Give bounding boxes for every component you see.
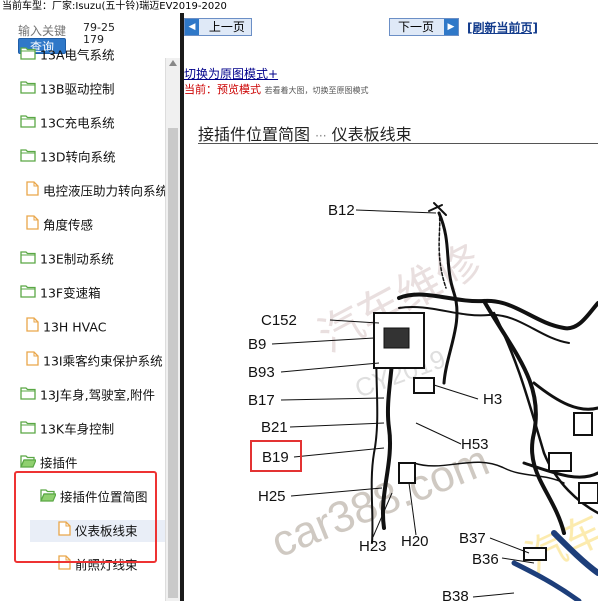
label-b12: B12: [328, 202, 355, 219]
label-b37: B37: [459, 530, 486, 547]
label-b36: B36: [472, 551, 499, 568]
tree-item-label: 13I乘客约束保护系统: [43, 353, 163, 369]
switch-original-link[interactable]: 切换为原图模式+: [184, 65, 278, 82]
label-b9: B9: [248, 336, 266, 353]
sidebar-scrollbar[interactable]: [165, 58, 180, 601]
search-code: 79-25179: [83, 21, 115, 46]
folder-icon: [20, 79, 36, 101]
label-b93: B93: [248, 364, 275, 381]
label-h3: H3: [483, 391, 502, 408]
tree-item-6[interactable]: 13E制动系统: [20, 248, 165, 270]
current-mode-line: 当前：预览模式 若看着大图，切换至原图模式: [184, 81, 369, 97]
scroll-up-icon[interactable]: [169, 60, 177, 66]
current-hint: 若看着大图，切换至原图模式: [264, 86, 369, 95]
main-content: ◀ 上一页 下一页 ▶ [刷新当前页] 切换为原图模式+ 当前：预览模式 若看着…: [184, 13, 598, 601]
arrow-left-icon: ◀: [185, 19, 199, 35]
prev-page-label: 上一页: [208, 20, 245, 34]
tree-item-label: 13K车身控制: [40, 421, 115, 437]
folder-icon: [20, 147, 36, 169]
folder-icon: [20, 45, 36, 67]
label-h23: H23: [359, 538, 387, 555]
document-icon: [26, 316, 39, 339]
vehicle-value: 厂家:Isuzu(五十铃)瑞迈EV2019-2020: [52, 1, 227, 12]
tree-item-11[interactable]: 13K车身控制: [20, 418, 165, 440]
tree-item-10[interactable]: 13J车身,驾驶室,附件: [20, 384, 165, 406]
tree-item-3[interactable]: 13D转向系统: [20, 146, 165, 168]
tree-item-label: 13B驱动控制: [40, 81, 115, 97]
folder-icon: [20, 283, 36, 305]
prev-page-button[interactable]: ◀ 上一页: [184, 18, 252, 36]
tree-item-label: 13D转向系统: [40, 149, 116, 165]
folder-icon: [20, 419, 36, 441]
vehicle-banner: 当前车型：厂家:Isuzu(五十铃)瑞迈EV2019-2020: [0, 0, 598, 13]
current-mode: 预览模式: [217, 83, 261, 96]
folder-icon: [20, 385, 36, 407]
sidebar: 查询 79-25179 13A电气系统13B驱动控制13C充电系统13D转向系统…: [0, 13, 180, 601]
refresh-link[interactable]: [刷新当前页]: [467, 19, 538, 36]
tree-item-0[interactable]: 13A电气系统: [20, 44, 165, 66]
tree-item-label: 13C充电系统: [40, 115, 115, 131]
tree-item-7[interactable]: 13F变速箱: [20, 282, 165, 304]
tree-item-5[interactable]: 角度传感: [26, 214, 165, 236]
tree-item-label: 13E制动系统: [40, 251, 114, 267]
arrow-right-icon: ▶: [444, 19, 458, 35]
harness-diagram: 汽车维修 CY2019 汽车维修 car388.com B12 C152 B9 …: [248, 202, 598, 601]
title-rule: [198, 143, 598, 144]
tree-item-4[interactable]: 电控液压助力转向系统: [26, 180, 165, 202]
label-h25: H25: [258, 488, 286, 505]
tree-item-9[interactable]: 13I乘客约束保护系统: [26, 350, 165, 372]
label-b17: B17: [248, 392, 275, 409]
next-page-label: 下一页: [398, 20, 435, 34]
tree-item-label: 接插件: [40, 455, 78, 471]
folder-icon: [20, 249, 36, 271]
tree-item-label: 13J车身,驾驶室,附件: [40, 387, 156, 403]
tree-item-label: 13H HVAC: [43, 319, 107, 335]
tree-item-1[interactable]: 13B驱动控制: [20, 78, 165, 100]
current-label: 当前：: [184, 83, 217, 96]
vehicle-label: 当前车型：: [2, 1, 52, 12]
section-sep: ···: [315, 129, 327, 143]
label-c152: C152: [261, 312, 297, 329]
label-h53: H53: [461, 436, 489, 453]
tree-item-label: 电控液压助力转向系统: [43, 183, 165, 199]
label-b38: B38: [442, 588, 469, 601]
scroll-thumb[interactable]: [168, 128, 178, 598]
section-subtitle: 仪表板线束: [331, 125, 412, 144]
next-page-button[interactable]: 下一页 ▶: [389, 18, 459, 36]
annotation-highlight-box: [14, 471, 157, 563]
label-h20: H20: [401, 533, 429, 550]
section-title-main: 接插件位置简图: [198, 125, 311, 144]
section-title: 接插件位置简图 ··· 仪表板线束: [198, 121, 412, 145]
tree-item-label: 角度传感: [43, 217, 94, 233]
document-icon: [26, 214, 39, 237]
document-icon: [26, 350, 39, 373]
tree-item-label: 13F变速箱: [40, 285, 101, 301]
label-b19: B19: [262, 449, 289, 466]
tree-item-8[interactable]: 13H HVAC: [26, 316, 165, 338]
label-b21: B21: [261, 419, 288, 436]
folder-icon: [20, 113, 36, 135]
tree-item-2[interactable]: 13C充电系统: [20, 112, 165, 134]
document-icon: [26, 180, 39, 203]
tree-item-label: 13A电气系统: [40, 47, 115, 63]
